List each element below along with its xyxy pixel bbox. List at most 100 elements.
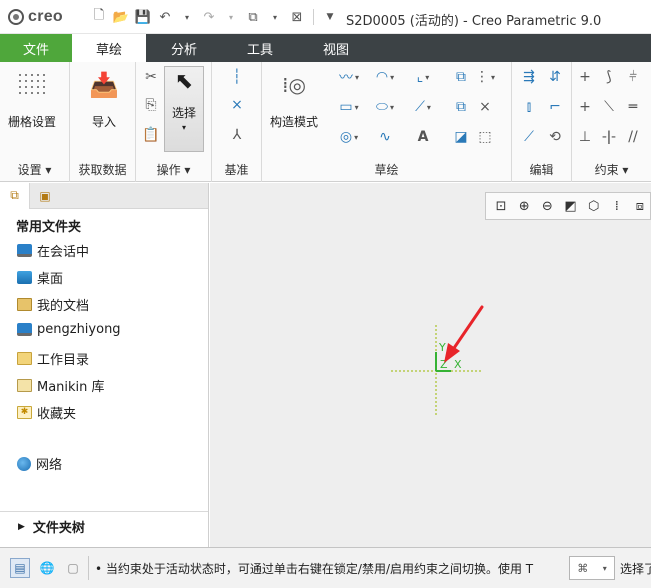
cut-icon[interactable]: ✂ [142, 68, 160, 86]
folder-item-session[interactable]: 在会话中 [17, 241, 89, 260]
qat-separator [313, 9, 314, 25]
customize-qat-icon[interactable]: ▼ [321, 8, 339, 26]
tab-sketch[interactable]: 草绘 [72, 34, 146, 62]
grid-icon [17, 72, 47, 98]
redo-dropdown-icon[interactable]: ▾ [222, 8, 240, 26]
thicken-icon[interactable]: ⧉ [452, 98, 470, 116]
status-bar: ▤ 🌐 ▢ • 当约束处于活动状态时，可通过单击右键在锁定/禁用/启用约束之间切… [0, 547, 651, 588]
select-dropdown-icon: ▾ [181, 123, 186, 132]
parallel-constraint-icon[interactable]: // [624, 128, 642, 146]
offset-icon[interactable]: ⧉ [452, 68, 470, 86]
group-label-operations[interactable]: 操作 ▾ [136, 161, 211, 178]
folder-tree-toggle[interactable]: ▶ 文件夹树 [0, 511, 208, 541]
divide-icon[interactable]: ⟋ [520, 128, 538, 146]
group-label-edit: 编辑 [529, 163, 554, 177]
folder-item-network[interactable]: 网络 [17, 454, 62, 473]
toggle-navigator-icon[interactable]: ▤ [10, 558, 30, 578]
spline-icon[interactable]: ∿ [376, 128, 394, 146]
group-edit: ⇶ ⇵ ⫾ ⌐ ⟋ ⟲ 编辑 [512, 62, 572, 182]
expand-arrow-icon: ▶ [18, 521, 25, 532]
group-setup: 栅格设置 设置 ▾ [0, 62, 70, 182]
save-icon[interactable]: 💾 [134, 8, 152, 26]
centerline-icon[interactable]: ┆ [228, 68, 246, 86]
coordinate-system-icon[interactable]: ⅄ [228, 126, 246, 144]
close-window-icon[interactable]: ⊠ [288, 8, 306, 26]
arc-icon[interactable]: ◠ ▾ [376, 68, 394, 86]
paste-icon[interactable]: 📋 [142, 126, 160, 144]
tab-analysis[interactable]: 分析 [146, 34, 222, 62]
selection-filter-dropdown[interactable]: ⌘ ▾ [569, 556, 615, 580]
axis-x-label: X [454, 358, 462, 371]
rotate-resize-icon[interactable]: ⟲ [546, 128, 564, 146]
folder-label: 工作目录 [37, 353, 90, 368]
folder-label: 桌面 [37, 272, 64, 287]
coincident-constraint-icon[interactable]: ⟍ [600, 98, 618, 116]
text-icon[interactable]: A [414, 128, 432, 146]
datum-point-icon[interactable]: × [228, 96, 246, 114]
line-icon[interactable]: 〰 ▾ [339, 68, 359, 86]
point-icon[interactable]: × [476, 98, 494, 116]
tab-view[interactable]: 视图 [298, 34, 374, 62]
folder-item-manikin-library[interactable]: Manikin 库 [17, 376, 105, 395]
ellipse-icon[interactable]: ⬭ ▾ [376, 98, 394, 116]
window-title: S2D0005 (活动的) - Creo Parametric 9.0 [346, 14, 602, 29]
monitor-icon [17, 244, 32, 257]
mirror-icon[interactable]: ⫾ [520, 98, 538, 116]
sketch-canvas: Y Z X [391, 305, 484, 416]
midpoint-constraint-icon[interactable]: ⫩ [624, 68, 642, 86]
modify-icon[interactable]: ⇶ [520, 68, 538, 86]
undo-icon[interactable]: ↶ [156, 8, 174, 26]
equal-constraint-icon[interactable]: ═ [624, 98, 642, 116]
full-screen-icon[interactable]: ▢ [63, 558, 83, 578]
graphics-window[interactable]: ⊡ ⊕ ⊖ ◩ ⬡ ⁞ ⧈ Y Z X [210, 183, 651, 547]
new-file-icon[interactable]: 🗋 [90, 8, 108, 26]
rectangle-icon[interactable]: ▭ ▾ [339, 98, 358, 116]
vertical-constraint-icon[interactable]: + [576, 68, 594, 86]
symmetric-constraint-icon[interactable]: -ǀ- [600, 128, 618, 146]
import-icon: 📥 [89, 71, 119, 99]
palette-icon[interactable]: ⬚ [476, 128, 494, 146]
open-folder-icon[interactable]: 📂 [112, 8, 130, 26]
circle-icon[interactable]: ◎ ▾ [340, 128, 358, 146]
import-button[interactable]: 📥 导入 [87, 66, 121, 130]
tab-tools[interactable]: 工具 [222, 34, 298, 62]
fillet-icon[interactable]: ⌞ ▾ [414, 68, 432, 86]
chamfer-icon[interactable]: ⟋ ▾ [414, 98, 432, 116]
corner-icon[interactable]: ⌐ [546, 98, 564, 116]
group-label-setup[interactable]: 设置 ▾ [0, 161, 69, 178]
construction-mode-button[interactable]: ⁞◎ 构造模式 [270, 66, 318, 130]
folder-label: 在会话中 [37, 245, 90, 260]
sketch-more-icon[interactable]: ⋮ ▾ [475, 68, 495, 86]
folder-browser-tab[interactable]: ▣ [30, 183, 60, 209]
browser-icon[interactable]: 🌐 [37, 558, 57, 578]
delete-segment-icon[interactable]: ⇵ [546, 68, 564, 86]
redo-icon[interactable]: ↷ [200, 8, 218, 26]
folder-item-documents[interactable]: 我的文档 [17, 295, 89, 314]
folder-item-working-directory[interactable]: 工作目录 [17, 349, 89, 368]
regenerate-icon[interactable]: ⧉ [244, 8, 262, 26]
perpendicular-constraint-icon[interactable]: ⊥ [576, 128, 594, 146]
annotation-arrow-shaft [450, 305, 484, 353]
grid-settings-button[interactable]: 栅格设置 [8, 66, 56, 130]
horizontal-constraint-icon[interactable]: + [576, 98, 594, 116]
regenerate-dropdown-icon[interactable]: ▾ [266, 8, 284, 26]
computer-icon [17, 323, 32, 336]
tangent-constraint-icon[interactable]: ⟆ [600, 68, 618, 86]
status-message: • 当约束处于活动状态时，可通过单击右键在锁定/禁用/启用约束之间切换。使用 T [95, 562, 534, 576]
model-tree-tab[interactable]: ⧉ [0, 182, 30, 209]
tab-file[interactable]: 文件 [0, 34, 72, 62]
favorites-icon: ✱ [17, 406, 32, 419]
group-label-sketch: 草绘 [374, 163, 399, 177]
logo-text: creo [28, 8, 63, 25]
folder-item-user[interactable]: pengzhiyong [17, 322, 121, 337]
navigator-tabs: ⧉ ▣ [0, 182, 208, 209]
undo-dropdown-icon[interactable]: ▾ [178, 8, 196, 26]
select-button[interactable]: ⬉ 选择 ▾ [164, 66, 204, 152]
group-label-constrain[interactable]: 约束 ▾ [572, 161, 651, 178]
group-label-get-data: 获取数据 [78, 163, 127, 177]
copy-icon[interactable]: ⎘ [142, 96, 160, 114]
group-constrain: + ⟆ ⫩ + ⟍ ═ ⊥ -ǀ- // 约束 ▾ [572, 62, 651, 182]
folder-item-desktop[interactable]: 桌面 [17, 268, 63, 287]
folder-item-favorites[interactable]: ✱ 收藏夹 [17, 403, 76, 422]
project-icon[interactable]: ◪ [452, 128, 470, 146]
